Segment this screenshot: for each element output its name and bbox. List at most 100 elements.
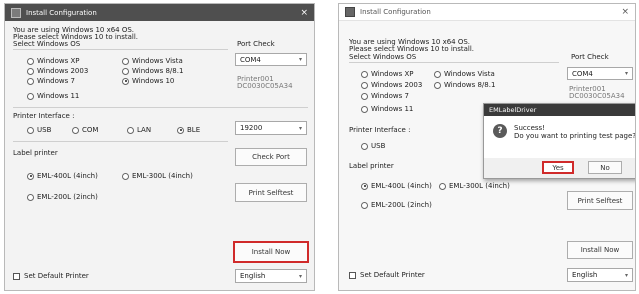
close-icon[interactable]: × [621,7,629,17]
printer-info-line2: DC0030C05A34 [237,82,293,90]
radio-circle [72,126,79,134]
radio-circle-selected [122,77,129,85]
label-printer-label: Label printer [13,149,58,157]
radio-circle [27,57,34,65]
window-title: Install Configuration [360,8,431,16]
check-port-button[interactable]: Check Port [235,148,307,166]
radio-circle [27,92,34,100]
radio-circle [361,105,368,113]
radio-circle-selected [27,172,34,180]
radio-circle [27,126,34,134]
baud-select[interactable]: 19200 ▾ [235,121,307,135]
port-check-label: Port Check [237,40,275,48]
print-selftest-button[interactable]: Print Selftest [567,191,633,210]
printer-radio-200l[interactable]: EML-200L (2inch) [27,193,98,201]
os-radio-2003[interactable]: Windows 2003 [361,81,422,89]
printer-radio-200l[interactable]: EML-200L (2inch) [361,201,432,209]
os-radio-vista[interactable]: Windows Vista [122,57,183,65]
dialog-message-line1: Success! [514,124,545,132]
language-select-value: English [240,272,266,280]
radio-circle [434,70,441,78]
interface-radio-usb[interactable]: USB [27,126,51,134]
chevron-down-icon: ▾ [624,70,628,77]
os-radio-8[interactable]: Windows 8/8.1 [434,81,495,89]
os-radio-7[interactable]: Windows 7 [27,77,75,85]
question-icon: ? [493,124,507,138]
radio-circle [122,57,129,65]
os-radio-8[interactable]: Windows 8/8.1 [122,67,183,75]
os-radio-vista[interactable]: Windows Vista [434,70,495,78]
os-radio-2003[interactable]: Windows 2003 [27,67,88,75]
port-select-value: COM4 [572,69,593,78]
radio-circle [122,67,129,75]
app-icon [11,7,21,18]
install-now-button[interactable]: Install Now [567,241,633,259]
install-now-button[interactable]: Install Now [233,241,309,263]
print-selftest-button[interactable]: Print Selftest [235,183,307,202]
port-select[interactable]: COM4 ▾ [235,53,307,66]
os-radio-xp[interactable]: Windows XP [27,57,80,65]
language-select-value: English [572,271,598,279]
window-title: Install Configuration [26,8,97,17]
port-select-value: COM4 [240,55,261,64]
dialog-message-line2: Do you want to printing test page? [514,132,636,140]
port-check-label: Port Check [571,53,609,61]
os-radio-11[interactable]: Windows 11 [27,92,79,100]
checkbox-box [349,271,356,279]
install-config-window-with-dialog: Install Configuration × You are using Wi… [338,3,636,291]
dialog-title: EMLabelDriver [489,106,537,114]
radio-circle [434,81,441,89]
interface-radio-ble[interactable]: BLE [177,126,200,134]
radio-circle [27,193,34,201]
interface-radio-com[interactable]: COM [72,126,98,134]
printer-radio-300l[interactable]: EML-300L (4inch) [122,172,193,180]
checkbox-box [13,272,20,280]
os-radio-10[interactable]: Windows 10 [122,77,174,85]
printer-info-line2: DC0030C05A34 [569,92,625,100]
title-bar: Install Configuration × [339,4,635,21]
radio-circle [27,67,34,75]
chevron-down-icon: ▾ [298,56,302,63]
os-radio-xp[interactable]: Windows XP [361,70,414,78]
printer-radio-300l[interactable]: EML-300L (4inch) [439,182,510,190]
language-select[interactable]: English ▾ [567,268,633,282]
os-radio-7[interactable]: Windows 7 [361,92,409,100]
app-icon [345,7,355,17]
radio-circle [361,142,368,150]
dialog-title-bar: EMLabelDriver × [484,104,635,116]
printer-radio-400l[interactable]: EML-400L (4inch) [27,172,98,180]
radio-circle-selected [361,182,368,190]
radio-circle [361,201,368,209]
port-select[interactable]: COM4 ▾ [567,67,633,80]
yes-button[interactable]: Yes [542,161,574,174]
baud-select-value: 19200 [240,124,263,132]
radio-circle [361,92,368,100]
radio-circle-selected [177,126,184,134]
printer-interface-label: Printer Interface : [349,126,411,134]
chevron-down-icon: ▾ [298,124,302,132]
os-info-line2: Please select Windows 10 to install. [349,45,474,53]
set-default-printer-checkbox[interactable]: Set Default Printer [349,271,425,279]
set-default-printer-checkbox[interactable]: Set Default Printer [13,272,89,280]
radio-circle [439,182,446,190]
language-select[interactable]: English ▾ [235,269,307,283]
interface-radio-lan[interactable]: LAN [127,126,151,134]
radio-circle [127,126,134,134]
os-radio-11[interactable]: Windows 11 [361,105,413,113]
install-config-window: Install Configuration × You are using Wi… [4,3,315,291]
radio-circle [27,77,34,85]
radio-circle [122,172,129,180]
close-icon[interactable]: × [300,8,308,18]
chevron-down-icon: ▾ [624,271,628,279]
interface-radio-usb[interactable]: USB [361,142,385,150]
select-os-label: Select Windows OS [13,40,81,48]
no-button[interactable]: No [588,161,622,174]
select-os-label: Select Windows OS [349,53,417,61]
radio-circle [361,70,368,78]
printer-radio-400l[interactable]: EML-400L (4inch) [361,182,432,190]
chevron-down-icon: ▾ [298,272,302,280]
label-printer-label: Label printer [349,162,394,170]
printer-interface-label: Printer Interface : [13,112,75,120]
success-dialog: EMLabelDriver × ? Success! Do you want t… [483,103,636,179]
title-bar: Install Configuration × [5,4,314,21]
